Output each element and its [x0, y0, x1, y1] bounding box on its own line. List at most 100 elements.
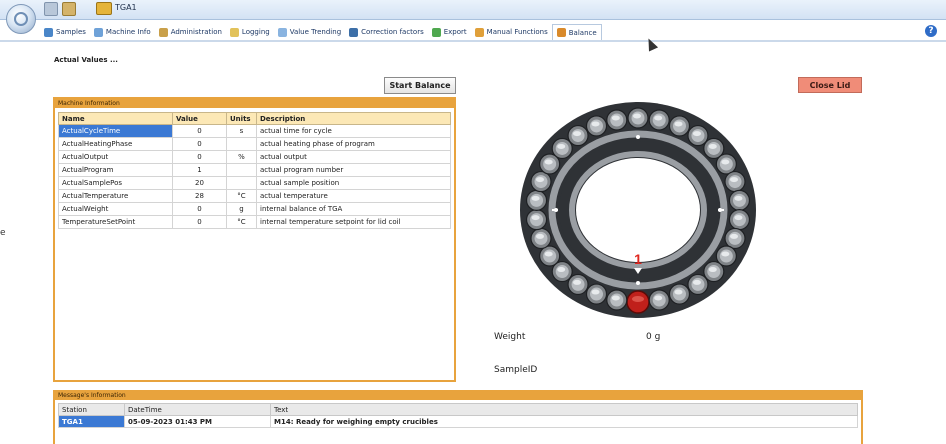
manual-functions-icon: [474, 27, 484, 37]
mouse-cursor-icon: [643, 36, 659, 52]
value-cell[interactable]: 0: [172, 137, 227, 151]
column-header[interactable]: Station: [58, 403, 125, 416]
name-cell[interactable]: ActualProgram: [58, 163, 173, 177]
table-row[interactable]: TGA1 05-09-2023 01:43 PM M14: Ready for …: [58, 415, 858, 428]
sample-id-label: SampleID: [494, 365, 538, 375]
info-icon: [93, 27, 103, 37]
samples-icon: [44, 27, 53, 37]
description-cell[interactable]: internal balance of TGA: [256, 202, 451, 216]
column-header[interactable]: Description: [256, 112, 451, 125]
column-header[interactable]: Units: [226, 112, 257, 125]
crucible-highlight: [632, 296, 644, 302]
application-menu-button[interactable]: [6, 4, 36, 34]
help-icon[interactable]: ?: [925, 25, 937, 37]
column-header[interactable]: DateTime: [124, 403, 271, 416]
name-cell[interactable]: ActualOutput: [58, 150, 173, 164]
name-cell[interactable]: TemperatureSetPoint: [58, 215, 173, 229]
description-cell[interactable]: actual program number: [256, 163, 451, 177]
title-bar: TGA1: [0, 0, 946, 20]
value-cell[interactable]: 0: [172, 124, 227, 138]
units-cell[interactable]: %: [226, 150, 257, 164]
crucible-highlight: [730, 233, 739, 239]
correction-icon: [349, 27, 359, 37]
description-cell[interactable]: actual sample position: [256, 176, 451, 190]
units-cell[interactable]: s: [226, 124, 257, 138]
tab-machine-info[interactable]: Machine Info: [90, 24, 155, 40]
value-cell[interactable]: 20: [172, 176, 227, 190]
units-cell[interactable]: [226, 163, 257, 177]
description-cell[interactable]: actual temperature: [256, 189, 451, 203]
tab-balance[interactable]: Balance: [551, 24, 602, 40]
crucible-highlight: [535, 177, 544, 183]
crucible-highlight: [591, 121, 600, 127]
crucible-highlight: [734, 195, 743, 201]
crucible-highlight: [557, 143, 566, 149]
tab-administration[interactable]: Administration: [155, 24, 226, 40]
table-row[interactable]: ActualHeatingPhase 0 actual heating phase …: [58, 137, 451, 151]
quick-access-icon[interactable]: [62, 2, 76, 16]
tga-icon: [96, 2, 112, 15]
crucible-highlight: [544, 251, 553, 257]
tab-logging[interactable]: Logging: [226, 24, 274, 40]
crucible-highlight: [734, 215, 743, 221]
crucible-highlight: [721, 251, 730, 257]
column-header[interactable]: Text: [270, 403, 858, 416]
table-row[interactable]: ActualWeight 0 g internal balance of TGA: [58, 202, 451, 216]
name-cell[interactable]: ActualCycleTime: [58, 124, 173, 138]
crucible-highlight: [611, 295, 620, 301]
value-cell[interactable]: 1: [172, 163, 227, 177]
machine-information-panel: Machine Information Name Value Units Des…: [53, 97, 456, 382]
description-cell[interactable]: internal temperature setpoint for lid co…: [256, 215, 451, 229]
name-cell[interactable]: ActualHeatingPhase: [58, 137, 173, 151]
start-balance-button[interactable]: Start Balance: [384, 77, 456, 94]
tab-samples[interactable]: Samples: [40, 24, 90, 40]
units-cell[interactable]: °C: [226, 215, 257, 229]
units-cell[interactable]: [226, 137, 257, 151]
tab-label: Balance: [568, 28, 597, 37]
table-row[interactable]: ActualSamplePos 20 actual sample position: [58, 176, 451, 190]
description-cell[interactable]: actual time for cycle: [256, 124, 451, 138]
units-cell[interactable]: g: [226, 202, 257, 216]
tab-label: Export: [443, 28, 467, 36]
description-cell[interactable]: actual output: [256, 150, 451, 164]
units-cell[interactable]: [226, 176, 257, 190]
name-cell[interactable]: ActualWeight: [58, 202, 173, 216]
value-cell[interactable]: 0: [172, 215, 227, 229]
crucible-highlight: [654, 295, 663, 301]
tab-label: Correction factors: [361, 28, 424, 36]
sample-carousel: 1: [520, 102, 756, 318]
station-cell[interactable]: TGA1: [58, 415, 125, 428]
value-cell[interactable]: 28: [172, 189, 227, 203]
tab-value-trending[interactable]: Value Trending: [274, 24, 345, 40]
tab-export[interactable]: Export: [428, 24, 471, 40]
text-cell[interactable]: M14: Ready for weighing empty crucibles: [270, 415, 858, 428]
ring-tick: [718, 209, 724, 211]
crucible-highlight: [535, 233, 544, 239]
value-cell[interactable]: 0: [172, 150, 227, 164]
close-lid-button[interactable]: Close Lid: [798, 77, 862, 93]
name-cell[interactable]: ActualSamplePos: [58, 176, 173, 190]
units-cell[interactable]: °C: [226, 189, 257, 203]
value-cell[interactable]: 0: [172, 202, 227, 216]
table-row[interactable]: ActualOutput 0% actual output: [58, 150, 451, 164]
tab-manual-functions[interactable]: Manual Functions: [471, 24, 552, 40]
crucible-highlight: [708, 267, 717, 273]
table-header-row: Station DateTime Text: [58, 403, 858, 416]
name-cell[interactable]: ActualTemperature: [58, 189, 173, 203]
quick-access-icon[interactable]: [44, 2, 58, 16]
app-orb-icon: [14, 12, 28, 26]
tab-divider: [0, 40, 946, 42]
column-header[interactable]: Name: [58, 112, 173, 125]
table-header-row: Name Value Units Description: [58, 112, 451, 125]
tab-correction-factors[interactable]: Correction factors: [345, 24, 428, 40]
column-header[interactable]: Value: [172, 112, 227, 125]
crucible-highlight: [591, 289, 600, 295]
crucible-highlight: [531, 195, 540, 201]
table-row[interactable]: ActualTemperature 28 °C actual temperature: [58, 189, 451, 203]
datetime-cell[interactable]: 05-09-2023 01:43 PM: [124, 415, 271, 428]
logging-icon: [229, 27, 239, 37]
table-row[interactable]: ActualProgram 1 actual program number: [58, 163, 451, 177]
table-row[interactable]: ActualCycleTime 0 s actual time for cycle: [58, 124, 451, 138]
description-cell[interactable]: actual heating phase of program: [256, 137, 451, 151]
table-row[interactable]: TemperatureSetPoint 0 °C internal temperatu…: [58, 215, 451, 229]
